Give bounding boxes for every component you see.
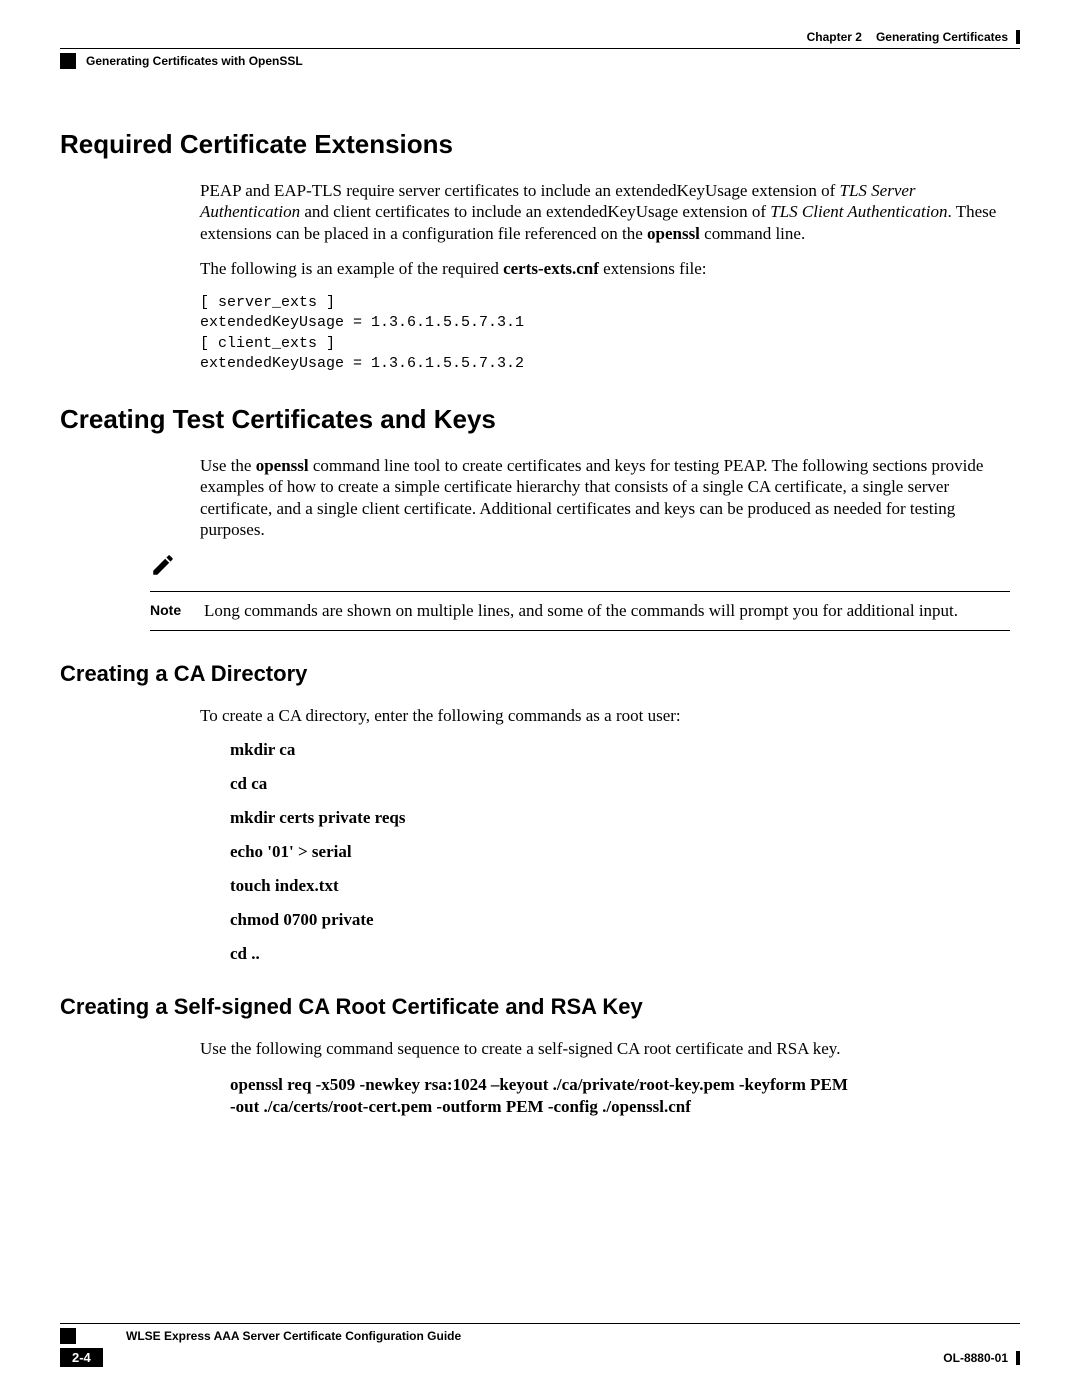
- chapter-title: Generating Certificates: [876, 30, 1008, 44]
- header-bar-icon: [1016, 30, 1020, 44]
- command-line: openssl req -x509 -newkey rsa:1024 –keyo…: [230, 1074, 1020, 1096]
- doc-number: OL-8880-01: [943, 1351, 1008, 1365]
- square-bullet-icon: [60, 1328, 76, 1344]
- note-box: Note Long commands are shown on multiple…: [150, 591, 1010, 631]
- note-text: Long commands are shown on multiple line…: [204, 600, 1010, 622]
- command-line: -out ./ca/certs/root-cert.pem -outform P…: [230, 1096, 1020, 1118]
- footer-rule: [60, 1323, 1020, 1324]
- page-number: 2-4: [60, 1348, 103, 1367]
- footer-title-row: WLSE Express AAA Server Certificate Conf…: [60, 1328, 1020, 1344]
- command: cd ca: [230, 774, 1020, 794]
- note-label: Note: [150, 600, 190, 618]
- chapter-label: Chapter 2: [807, 30, 862, 44]
- heading-creating-test-certs: Creating Test Certificates and Keys: [60, 404, 1020, 435]
- square-bullet-icon: [60, 53, 76, 69]
- code-block: [ server_exts ] extendedKeyUsage = 1.3.6…: [200, 293, 1020, 374]
- note-icon-container: [150, 554, 1020, 587]
- command-list: mkdir ca cd ca mkdir certs private reqs …: [230, 740, 1020, 964]
- running-subheader: Generating Certificates with OpenSSL: [60, 53, 1020, 69]
- paragraph: To create a CA directory, enter the foll…: [200, 705, 1010, 726]
- paragraph: Use the following command sequence to cr…: [200, 1038, 1010, 1059]
- running-header: Chapter 2 Generating Certificates: [60, 30, 1020, 44]
- heading-creating-ca-dir: Creating a CA Directory: [60, 661, 1020, 687]
- command: mkdir certs private reqs: [230, 808, 1020, 828]
- document-page: Chapter 2 Generating Certificates Genera…: [0, 0, 1080, 1397]
- command: cd ..: [230, 944, 1020, 964]
- heading-required-extensions: Required Certificate Extensions: [60, 129, 1020, 160]
- section-path: Generating Certificates with OpenSSL: [86, 54, 303, 68]
- command: mkdir ca: [230, 740, 1020, 760]
- paragraph: The following is an example of the requi…: [200, 258, 1010, 279]
- paragraph: PEAP and EAP-TLS require server certific…: [200, 180, 1010, 244]
- command: touch index.txt: [230, 876, 1020, 896]
- heading-self-signed-ca: Creating a Self-signed CA Root Certifica…: [60, 994, 1020, 1020]
- pencil-icon: [150, 558, 176, 584]
- footer-bottom-row: 2-4 OL-8880-01: [60, 1348, 1020, 1367]
- command-sequence: openssl req -x509 -newkey rsa:1024 –keyo…: [230, 1074, 1020, 1118]
- paragraph: Use the openssl command line tool to cre…: [200, 455, 1010, 540]
- header-rule: [60, 48, 1020, 49]
- guide-title: WLSE Express AAA Server Certificate Conf…: [126, 1329, 461, 1343]
- footer-bar-icon: [1016, 1351, 1020, 1365]
- command: echo '01' > serial: [230, 842, 1020, 862]
- command: chmod 0700 private: [230, 910, 1020, 930]
- page-footer: WLSE Express AAA Server Certificate Conf…: [60, 1323, 1020, 1367]
